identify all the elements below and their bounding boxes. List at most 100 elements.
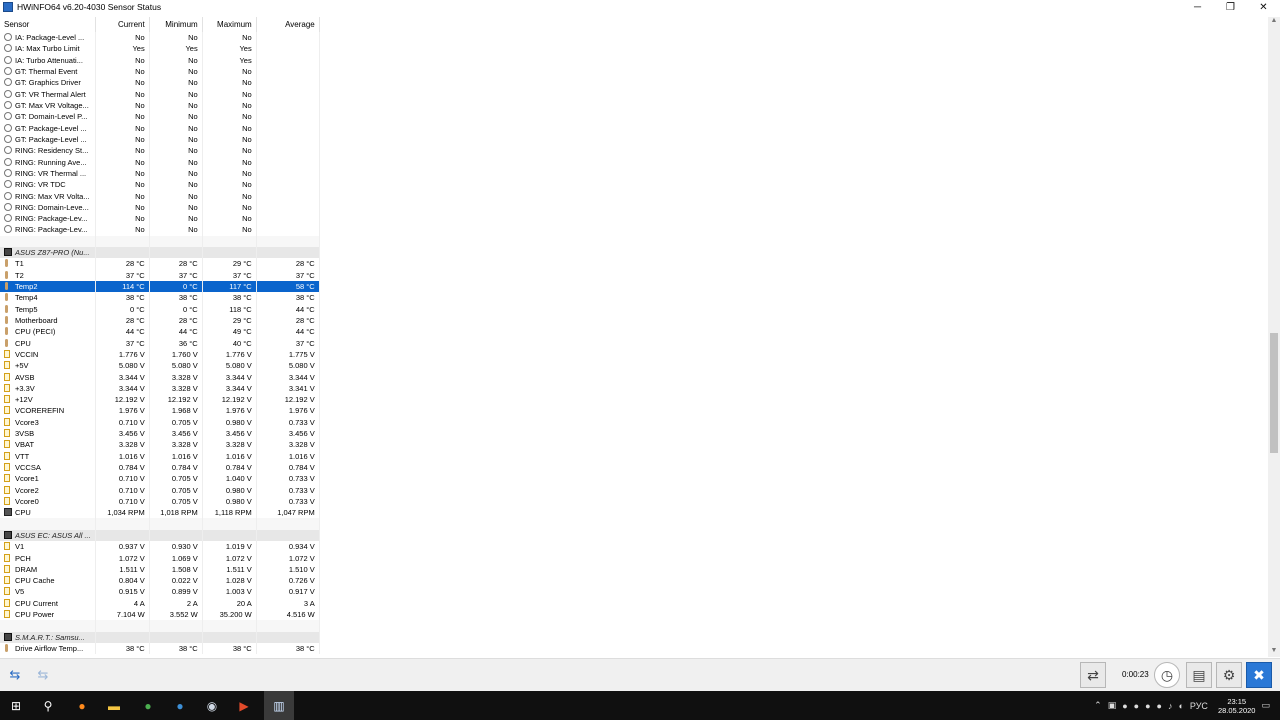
column-header-maximum[interactable]: Maximum: [202, 17, 257, 32]
sensor-row[interactable]: CPU 1,034 RPM 1,018 RPM 1,118 RPM 1,047 RPM: [0, 507, 320, 519]
close-sensors-button[interactable]: ✖: [1246, 662, 1272, 688]
clock-icon: ◷: [1160, 666, 1174, 683]
sensor-row[interactable]: RING: VR Thermal ... No No No: [0, 167, 320, 180]
volume-icon[interactable]: ♪: [1168, 701, 1173, 711]
sensor-row[interactable]: GT: Thermal Event No No No: [0, 65, 320, 78]
group-label: S.M.A.R.T.: Samsu...: [15, 632, 85, 642]
windows-start-icon[interactable]: ⊞: [6, 696, 26, 716]
vertical-scrollbar[interactable]: ▲ ▼: [1268, 17, 1280, 657]
tray-app-icon[interactable]: ●: [1145, 701, 1150, 711]
sensor-row[interactable]: +3.3V 3.344 V 3.328 V 3.344 V 3.341 V: [0, 382, 320, 394]
log-button[interactable]: ▤: [1186, 662, 1212, 688]
sensor-row[interactable]: GT: Package-Level ... No No No: [0, 133, 320, 146]
utorrent-icon[interactable]: ●: [138, 696, 158, 716]
scroll-down-arrow-icon[interactable]: ▼: [1268, 647, 1280, 657]
tray-network-icon[interactable]: ▣: [1108, 700, 1117, 711]
sensor-row[interactable]: RING: Running Ave... No No No: [0, 156, 320, 168]
notifications-icon[interactable]: ▭: [1261, 700, 1270, 711]
sensor-row[interactable]: GT: Package-Level ... No No No: [0, 122, 320, 134]
sensor-row[interactable]: T1 28 °C 28 °C 29 °C 28 °C: [0, 258, 320, 270]
current-value: 3.328 V: [95, 439, 150, 451]
clock-reset-button[interactable]: ◷: [1154, 662, 1180, 688]
tray-app-icon[interactable]: ●: [1122, 701, 1127, 711]
sensor-row[interactable]: Temp5 0 °C 0 °C 118 °C 44 °C: [0, 303, 320, 315]
column-header-current[interactable]: Current: [95, 17, 150, 32]
sensor-row[interactable]: CPU 37 °C 36 °C 40 °C 37 °C: [0, 337, 320, 349]
sensor-row[interactable]: RING: Package-Lev... No No No: [0, 224, 320, 236]
sensor-row[interactable]: AVSB 3.344 V 3.328 V 3.344 V 3.344 V: [0, 371, 320, 383]
sensor-row[interactable]: RING: Domain-Leve... No No No: [0, 201, 320, 213]
tray-overflow-icon[interactable]: ⌃: [1094, 700, 1102, 711]
media-player-icon[interactable]: ▶: [234, 696, 254, 716]
scrollbar-thumb[interactable]: [1270, 333, 1278, 453]
sensor-row[interactable]: RING: Residency St... No No No: [0, 145, 320, 157]
sensor-row[interactable]: VBAT 3.328 V 3.328 V 3.328 V 3.328 V: [0, 439, 320, 451]
tray-app-icon[interactable]: ◐: [1178, 701, 1183, 711]
sensor-row[interactable]: CPU Cache 0.804 V 0.022 V 1.028 V 0.726 V: [0, 575, 320, 587]
sensor-row[interactable]: CPU Power 7.104 W 3.552 W 35.200 W 4.516 W: [0, 608, 320, 621]
firefox-icon[interactable]: ●: [72, 696, 92, 716]
file-explorer-icon[interactable]: ▬: [104, 696, 124, 716]
sensor-row[interactable]: +5V 5.080 V 5.080 V 5.080 V 5.080 V: [0, 360, 320, 372]
sensor-row[interactable]: CPU (PECI) 44 °C 44 °C 49 °C 44 °C: [0, 326, 320, 338]
sensor-row[interactable]: RING: Max VR Volta... No No No: [0, 190, 320, 202]
sensor-row[interactable]: VCCIN 1.776 V 1.760 V 1.776 V 1.775 V: [0, 348, 320, 361]
sensor-row[interactable]: IA: Turbo Attenuati... No No Yes: [0, 54, 320, 66]
sensor-row[interactable]: PCH 1.072 V 1.069 V 1.072 V 1.072 V: [0, 552, 320, 564]
telegram-icon[interactable]: ●: [170, 696, 190, 716]
navigate-right-arrows-icon[interactable]: ⇆: [32, 668, 54, 682]
network-sensors-button[interactable]: ⇄: [1080, 662, 1106, 688]
sensor-row[interactable]: VCCSA 0.784 V 0.784 V 0.784 V 0.784 V: [0, 461, 320, 474]
sensor-row[interactable]: +12V 12.192 V 12.192 V 12.192 V 12.192 V: [0, 394, 320, 406]
maximize-button[interactable]: ❐: [1214, 0, 1247, 14]
sensor-row[interactable]: Vcore0 0.710 V 0.705 V 0.980 V 0.733 V: [0, 495, 320, 508]
sensor-row[interactable]: CPU Current 4 A2 A 20 A3 A: [0, 597, 320, 609]
sensor-row[interactable]: GT: VR Thermal Alert No No No: [0, 88, 320, 100]
sensor-row[interactable]: V1 0.937 V 0.930 V 1.019 V 0.934 V: [0, 541, 320, 553]
sensor-row[interactable]: Motherboard 28 °C 28 °C 29 °C 28 °C: [0, 314, 320, 327]
settings-button[interactable]: ⚙: [1216, 662, 1242, 688]
spacer-row: [0, 235, 320, 247]
navigate-left-arrows-icon[interactable]: ⇆: [4, 668, 26, 682]
sensor-group-header[interactable]: ASUS Z87-PRO (Nu...: [0, 246, 320, 259]
sensor-row[interactable]: Temp2 114 °C 0 °C 117 °C 58 °C: [0, 280, 320, 293]
sensor-row[interactable]: RING: VR TDC No No No: [0, 179, 320, 191]
search-icon[interactable]: ⚲: [38, 696, 58, 716]
sensor-row[interactable]: T2 37 °C 37 °C 37 °C 37 °C: [0, 269, 320, 281]
sensor-row[interactable]: VCOREREFIN 1.976 V 1.968 V 1.976 V 1.976 V: [0, 405, 320, 417]
sensor-row[interactable]: RING: Package-Lev... No No No: [0, 213, 320, 225]
sensor-row[interactable]: GT: Domain-Level P... No No No: [0, 111, 320, 123]
sensor-row[interactable]: V5 0.915 V 0.899 V 1.003 V 0.917 V: [0, 586, 320, 598]
status-clock-icon: [4, 180, 12, 189]
column-header-sensor[interactable]: Sensor: [0, 17, 96, 32]
close-button[interactable]: ✕: [1247, 0, 1280, 14]
sensor-row[interactable]: Vcore2 0.710 V 0.705 V 0.980 V 0.733 V: [0, 484, 320, 496]
column-header-average[interactable]: Average: [256, 17, 320, 32]
sensor-row[interactable]: GT: Max VR Voltage... No No No: [0, 99, 320, 112]
sensor-row[interactable]: DRAM 1.511 V 1.508 V 1.511 V 1.510 V: [0, 563, 320, 575]
sensor-row[interactable]: Vcore1 0.710 V 0.705 V 1.040 V 0.733 V: [0, 473, 320, 485]
sensor-group-header[interactable]: S.M.A.R.T.: Samsu...: [0, 631, 320, 643]
current-value: 28 °C: [95, 258, 150, 270]
sensor-row[interactable]: Vcore3 0.710 V 0.705 V 0.980 V 0.733 V: [0, 416, 320, 428]
sensor-row[interactable]: Drive Airflow Temp... 38 °C 38 °C 38 °C 38 °…: [0, 642, 320, 655]
current-value: No: [95, 145, 150, 157]
column-header-minimum[interactable]: Minimum: [149, 17, 203, 32]
tray-app-icon[interactable]: ●: [1134, 701, 1139, 711]
sensor-row[interactable]: 3VSB 3.456 V 3.456 V 3.456 V 3.456 V: [0, 427, 320, 440]
taskbar-clock[interactable]: 23:15 28.05.2020: [1218, 697, 1256, 715]
steam-icon[interactable]: ◉: [202, 696, 222, 716]
minimum-value: No: [149, 167, 203, 180]
scroll-up-arrow-icon[interactable]: ▲: [1268, 17, 1280, 27]
minimize-button[interactable]: ─: [1181, 0, 1214, 14]
hwinfo-taskbar-icon[interactable]: ▥: [264, 691, 294, 720]
sensor-name: Drive Airflow Temp...: [15, 644, 84, 654]
sensor-row[interactable]: IA: Max Turbo Limit Yes Yes Yes: [0, 43, 320, 55]
tray-app-icon[interactable]: ●: [1157, 701, 1162, 711]
sensor-row[interactable]: GT: Graphics Driver No No No: [0, 77, 320, 89]
sensor-group-header[interactable]: ASUS EC: ASUS All ...: [0, 529, 320, 542]
input-language-indicator[interactable]: РУС: [1190, 701, 1208, 711]
sensor-row[interactable]: Temp4 38 °C 38 °C 38 °C 38 °C: [0, 292, 320, 304]
sensor-row[interactable]: VTT 1.016 V 1.016 V 1.016 V 1.016 V: [0, 450, 320, 462]
sensor-row[interactable]: IA: Package-Level ... No No No: [0, 32, 320, 44]
